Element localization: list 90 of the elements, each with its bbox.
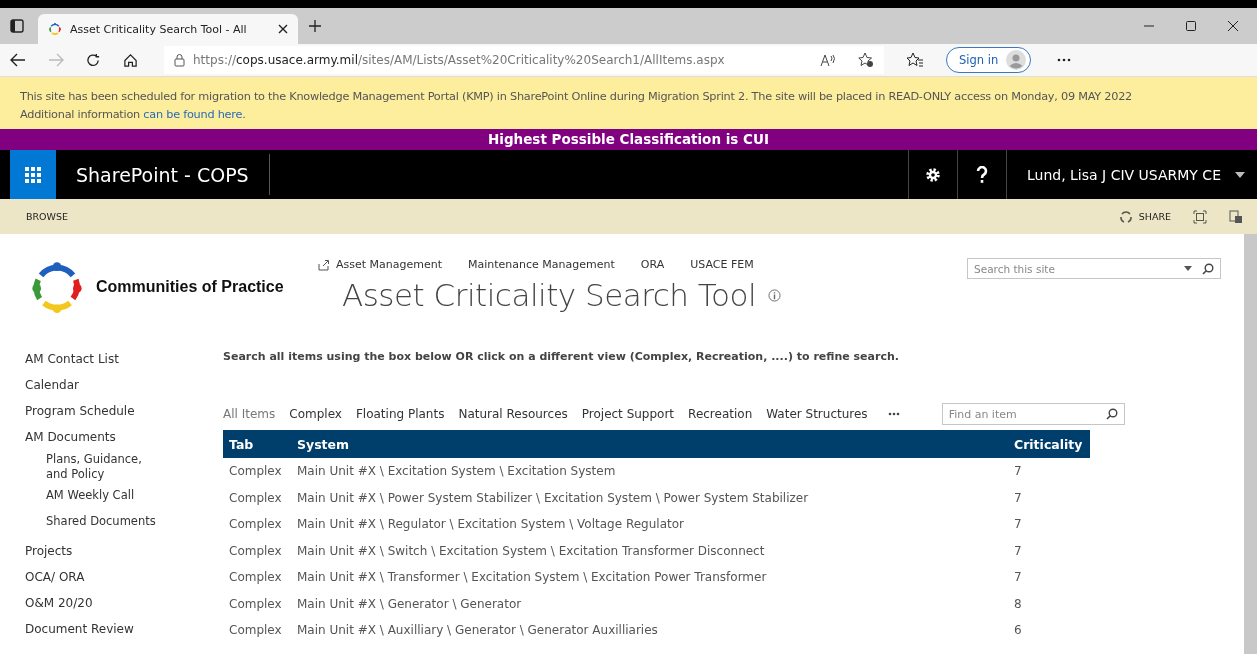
favorites-icon[interactable] — [906, 52, 924, 68]
info-icon[interactable] — [768, 288, 782, 302]
read-aloud-icon[interactable] — [820, 53, 836, 67]
table-cell-text: 7 — [1013, 542, 1023, 560]
nav-link[interactable]: ORA — [640, 258, 665, 271]
tab-actions-icon[interactable] — [10, 19, 24, 33]
table-cell-text: 7 — [1013, 516, 1023, 534]
caret-icon[interactable] — [1184, 266, 1192, 271]
table-cell-text: Main Unit #X \ Power System Stabilizer \ Excitation System \ Power System Stabilizer — [296, 489, 810, 507]
table-cell-text: Complex — [228, 516, 283, 534]
page-title: Asset Criticality Search Tool — [342, 277, 757, 313]
scrollbar[interactable] — [1244, 234, 1257, 654]
table-cell-text: 7 — [1013, 569, 1023, 587]
search-field[interactable]: Search this site — [967, 258, 1221, 279]
sidebar-item[interactable]: O&M 20/20 — [25, 590, 223, 616]
search-icon[interactable] — [1202, 262, 1214, 275]
site-title[interactable]: SharePoint - COPS — [56, 154, 270, 195]
table-cell: Complex — [223, 458, 291, 485]
sidebar-item[interactable]: Calendar — [25, 372, 223, 398]
sidebar-item[interactable]: Shared Documents — [25, 512, 166, 538]
sidebar-item[interactable]: OCA/ ORA — [25, 564, 223, 590]
column-header[interactable]: Criticality — [1008, 430, 1090, 458]
lock-icon — [174, 53, 185, 67]
address-field[interactable]: https://cops.usace.army.mil/sites/AM/Lists/Asset%20Criticality%20Search1/AllItems.aspx — [164, 46, 884, 74]
sign-in-button[interactable]: Sign in — [946, 47, 1032, 73]
logo-icon — [48, 22, 62, 36]
table-cell-text: Main Unit #X \ Auxilliary \ Generator \ Generator Auxilliaries — [296, 622, 659, 640]
column-header[interactable]: Tab — [223, 430, 291, 458]
table-cell-text: Main Unit #X \ Switch \ Excitation System \ Excitation Transformer Disconnect — [296, 542, 766, 560]
table-cell-text: Complex — [228, 622, 283, 640]
sidebar-item[interactable]: AM Weekly Call — [25, 486, 166, 512]
table-cell-text: Complex — [228, 569, 283, 587]
close-icon[interactable] — [1227, 20, 1239, 32]
sidebar-item[interactable]: AM Contact List — [25, 346, 223, 372]
nav-link[interactable]: USACE FEM — [690, 258, 754, 271]
browser-tab[interactable]: Asset Criticality Search Tool - All — [38, 14, 298, 44]
caret-icon — [1235, 171, 1245, 178]
table-cell-text: Main Unit #X \ Generator \ Generator — [296, 595, 523, 613]
column-header[interactable]: System — [291, 430, 1008, 458]
view-tab[interactable]: Natural Resources — [458, 407, 568, 421]
focus-icon[interactable] — [1193, 209, 1207, 224]
refresh-icon[interactable] — [86, 52, 101, 68]
browse-tab[interactable]: BROWSE — [26, 211, 69, 222]
view-tab[interactable]: Recreation — [688, 407, 753, 421]
migration-notice: This site has been scheduled for migration to the Knowledge Management Portal (KMP) in SharePoint Online during Migration Sprint 2. The site will be placed in READ-ONLY access on Monday, 09 MAY 2022 Additional information can be found here. — [20, 89, 1133, 123]
sidebar-item[interactable]: Program Schedule — [25, 398, 223, 424]
table-cell-text: Main Unit #X \ Regulator \ Excitation System \ Voltage Regulator — [296, 516, 685, 534]
star-icon[interactable] — [858, 52, 874, 68]
more-icon[interactable] — [1057, 58, 1072, 62]
view-tab[interactable]: Floating Plants — [355, 407, 445, 421]
settings-icon[interactable] — [925, 166, 941, 183]
more-icon[interactable] — [887, 412, 900, 416]
home-icon[interactable] — [123, 52, 138, 68]
app-launcher-button[interactable] — [10, 150, 56, 199]
table-cell: 7 — [1008, 458, 1090, 485]
view-tab[interactable]: Project Support — [581, 407, 675, 421]
table-cell-text: Complex — [228, 489, 283, 507]
share-icon — [318, 258, 330, 271]
classification-banner: Highest Possible Classification is CUI — [0, 129, 1257, 150]
maximize-icon[interactable] — [1185, 20, 1197, 32]
logo-text: Communities of Practice — [96, 278, 284, 296]
find-item-field[interactable]: Find an item — [941, 403, 1125, 425]
table-cell-text: 7 — [1013, 489, 1023, 507]
close-icon[interactable] — [278, 24, 288, 34]
back-icon[interactable] — [10, 53, 26, 67]
new-tab-icon[interactable] — [308, 19, 322, 33]
table-cell-text: 6 — [1013, 622, 1023, 640]
sidebar-item[interactable]: AM Documents — [25, 424, 223, 450]
share-icon — [1118, 209, 1133, 224]
avatar-icon — [1006, 50, 1027, 70]
share-button[interactable]: SHARE — [1118, 209, 1171, 224]
sync-icon[interactable] — [1229, 209, 1243, 224]
table-cell: Main Unit #X \ Excitation System \ Excitation System — [291, 458, 1008, 485]
nav-link[interactable]: Asset Management — [318, 258, 443, 271]
nav-link[interactable]: Maintenance Management — [468, 258, 615, 271]
search-icon[interactable] — [1105, 408, 1118, 420]
table-cell-text: Complex — [228, 595, 283, 613]
sidebar-item[interactable]: Projects — [25, 538, 223, 564]
help-icon[interactable] — [976, 165, 988, 184]
table-cell-text: Main Unit #X \ Transformer \ Excitation System \ Excitation Power Transformer — [296, 569, 768, 587]
view-tab[interactable]: Complex — [289, 407, 342, 421]
view-tab[interactable]: All Items — [223, 407, 276, 421]
table-cell-text: 8 — [1013, 595, 1023, 613]
sidebar-item[interactable]: Plans, Guidance, and Policy — [25, 450, 166, 486]
table-cell-text: Complex — [228, 542, 283, 560]
view-tab[interactable]: Water Structures — [766, 407, 868, 421]
waffle-icon — [25, 166, 41, 183]
instructions-text: Search all items using the box below OR click on a different view (Complex, Recreation, ....) to refine search. — [223, 350, 900, 365]
tab-title: Asset Criticality Search Tool - All — [70, 22, 248, 36]
sidebar-item[interactable]: Document Review — [25, 616, 223, 642]
